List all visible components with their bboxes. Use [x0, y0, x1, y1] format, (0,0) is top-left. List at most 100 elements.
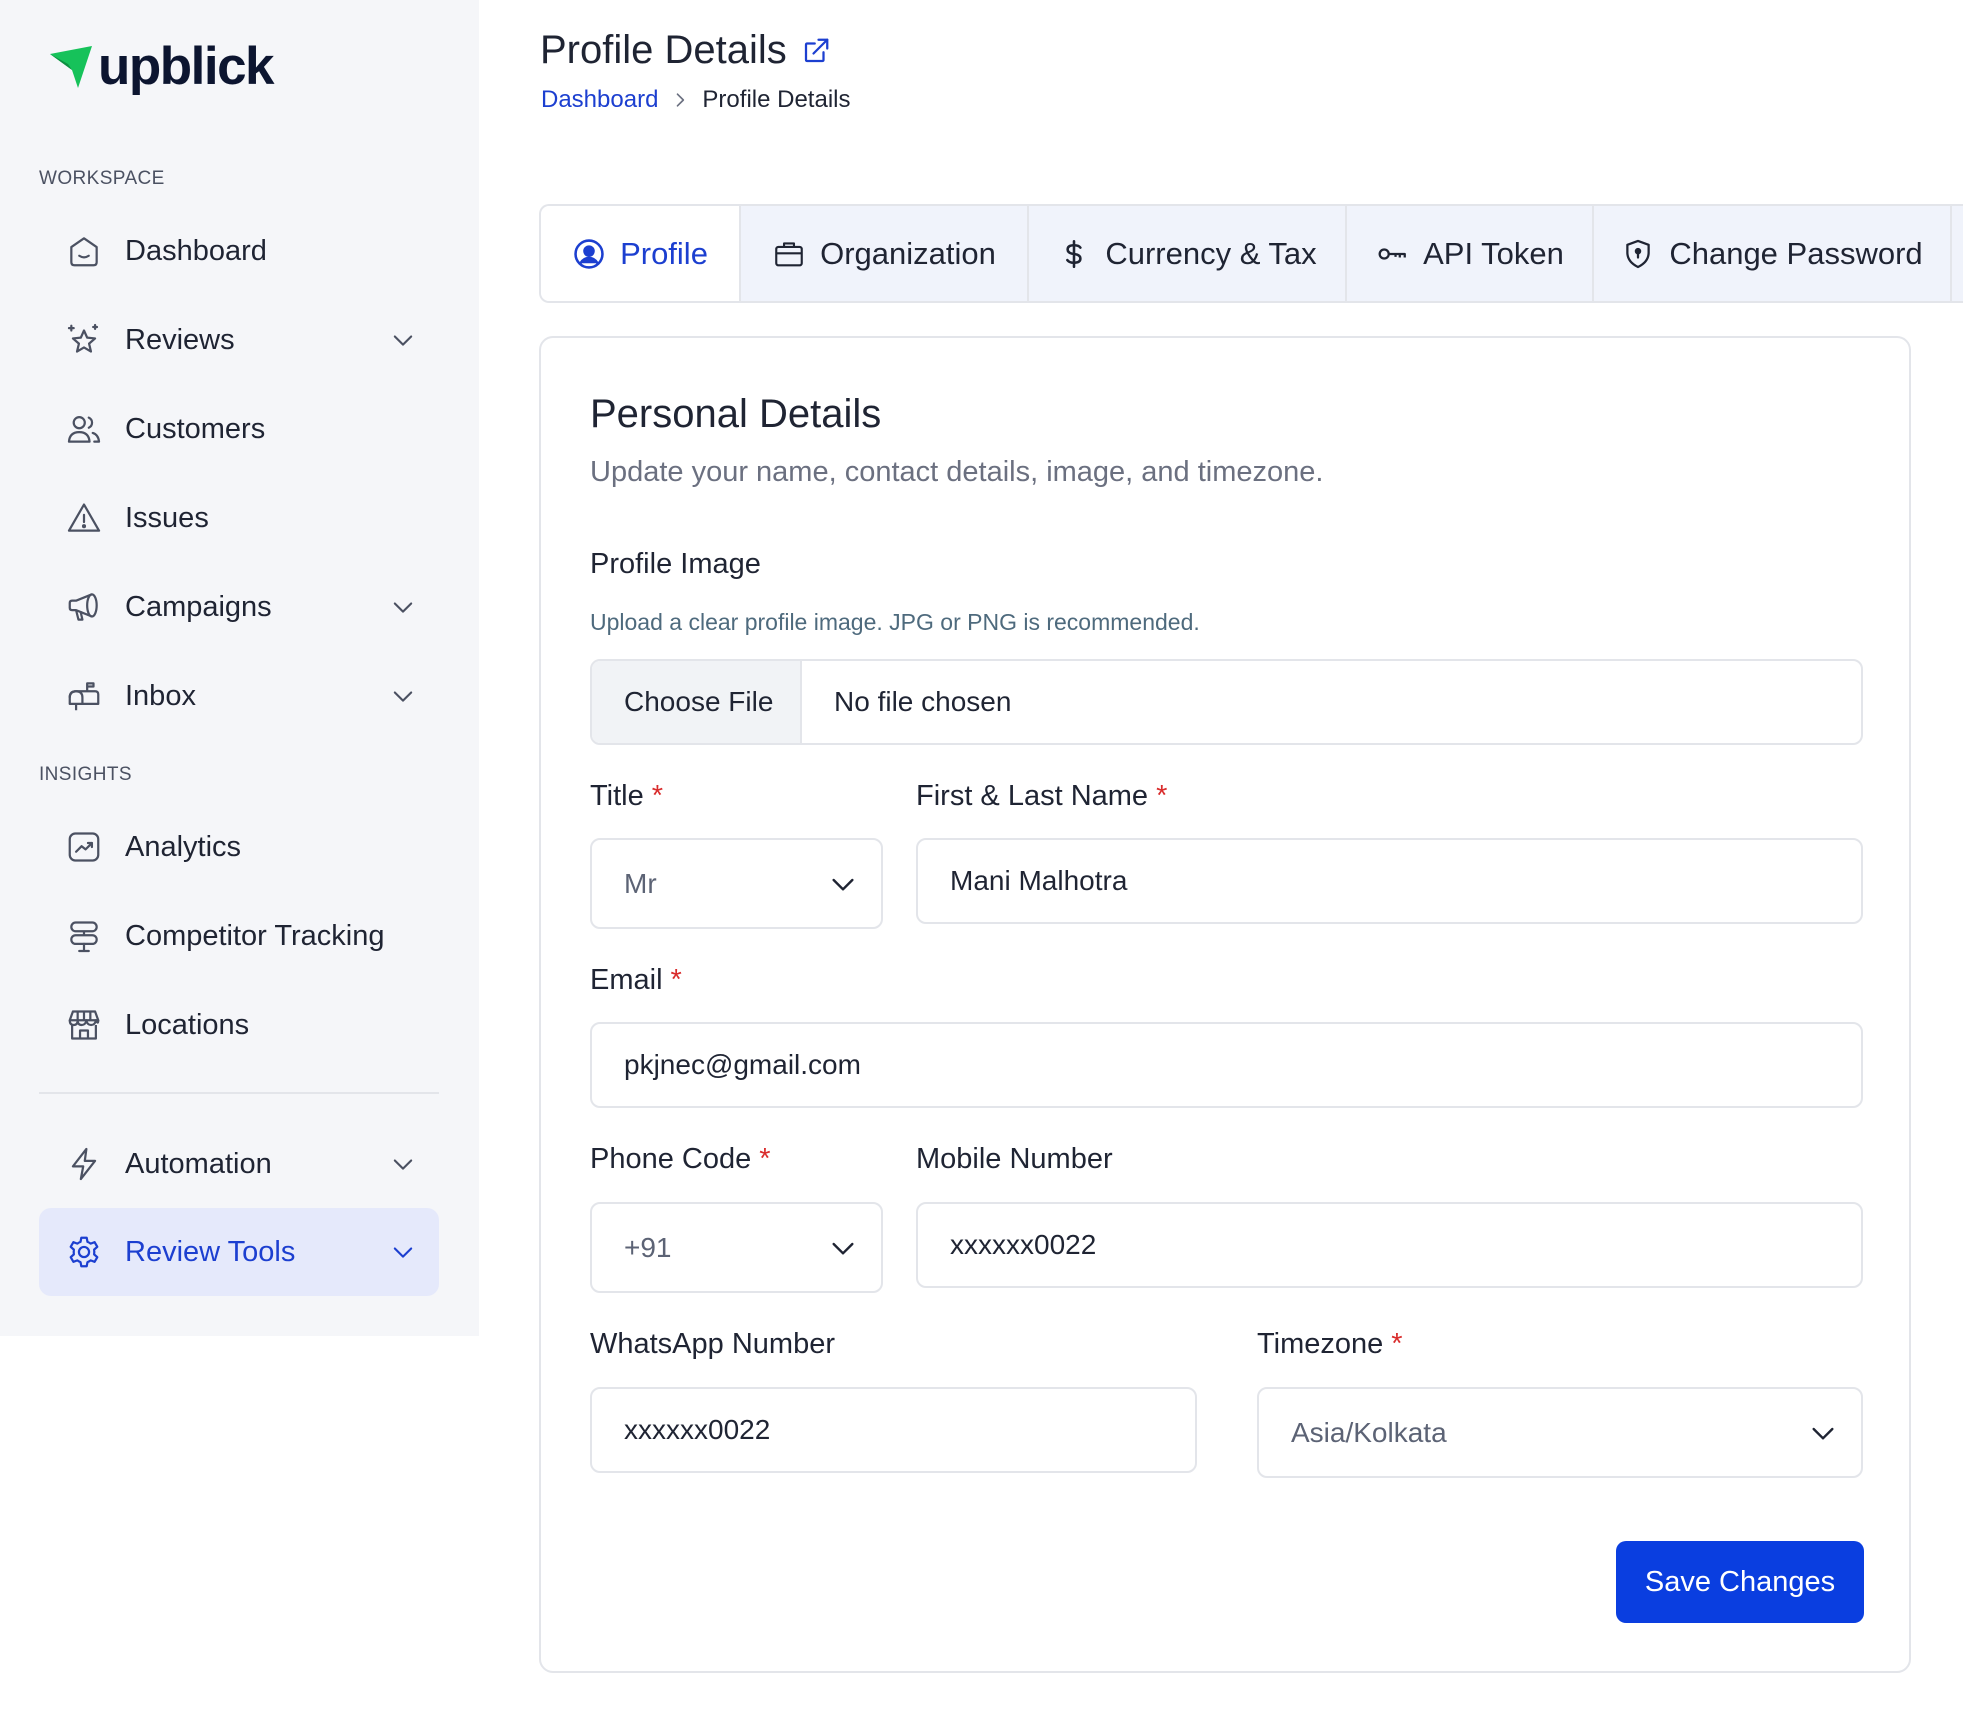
choose-file-button[interactable]: Choose File	[592, 661, 802, 743]
required-mark: *	[1391, 1328, 1403, 1360]
mobile-input-value: xxxxxx0022	[950, 1229, 1097, 1260]
dollar-icon	[1066, 239, 1082, 268]
sidebar-item-automation[interactable]: Automation	[39, 1120, 439, 1208]
section-label-workspace: WORKSPACE	[39, 168, 165, 189]
sidebar-item-issues[interactable]: Issues	[39, 474, 439, 562]
timezone-value: Asia/Kolkata	[1291, 1416, 1447, 1448]
required-mark: *	[670, 964, 682, 996]
tab-organization[interactable]: Organization	[741, 206, 1029, 301]
name-label-text: First & Last Name	[916, 780, 1149, 812]
email-label-text: Email	[590, 964, 663, 996]
title-select-value: Mr	[624, 867, 657, 899]
name-input[interactable]: Mani Malhotra	[916, 838, 1863, 924]
sidebar-item-analytics[interactable]: Analytics	[39, 803, 439, 891]
name-label: First & Last Name *	[916, 780, 1167, 813]
tab-profile[interactable]: Profile	[541, 206, 741, 301]
sidebar-item-label: Locations	[125, 1008, 250, 1041]
tab-label: API Token	[1423, 235, 1564, 271]
brand-logo[interactable]: upblick	[48, 37, 275, 96]
phone-code-value: +91	[624, 1231, 672, 1263]
whatsapp-input-value: xxxxxx0022	[624, 1414, 771, 1445]
mobile-label-text: Mobile Number	[916, 1143, 1113, 1175]
tab-label: Currency & Tax	[1105, 235, 1317, 271]
tab-api-token[interactable]: API Token	[1347, 206, 1594, 301]
section-label-insights: INSIGHTS	[39, 764, 132, 785]
chevron-down-icon	[393, 1247, 413, 1258]
chevron-down-icon	[832, 1242, 854, 1255]
logo-mark-icon	[50, 45, 92, 88]
external-link-icon[interactable]	[801, 36, 831, 66]
whatsapp-input[interactable]: xxxxxx0022	[590, 1387, 1197, 1473]
email-input-value: pkjnec@gmail.com	[624, 1049, 861, 1080]
profile-image-label: Profile Image	[590, 548, 761, 581]
sidebar-item-review-tools[interactable]: Review Tools	[39, 1208, 439, 1296]
store-icon	[64, 1005, 104, 1045]
sidebar-item-label: Analytics	[125, 830, 242, 863]
briefcase-icon	[775, 241, 803, 266]
brand-name: upblick	[98, 37, 275, 96]
mobile-input[interactable]: xxxxxx0022	[916, 1202, 1863, 1288]
breadcrumb-current: Profile Details	[702, 86, 851, 113]
profile-image-file-input[interactable]: Choose File No file chosen	[590, 659, 1863, 745]
chevron-right-icon	[677, 93, 685, 107]
megaphone-icon	[64, 587, 104, 627]
chevron-down-icon	[393, 602, 413, 613]
bolt-icon	[64, 1144, 104, 1184]
tab-label: Organization	[820, 235, 996, 271]
users-icon	[64, 409, 104, 449]
tab-change-password[interactable]: Change Password	[1594, 206, 1952, 301]
timezone-label: Timezone *	[1257, 1328, 1403, 1361]
profile-image-hint: Upload a clear profile image. JPG or PNG…	[590, 609, 1200, 635]
sidebar-item-label: Automation	[125, 1147, 272, 1180]
profile-image-label-text: Profile Image	[590, 548, 761, 580]
home-icon	[64, 231, 104, 271]
sidebar-item-label: Reviews	[125, 323, 235, 356]
chevron-down-icon	[393, 1159, 413, 1170]
sidebar-item-campaigns[interactable]: Campaigns	[39, 563, 439, 651]
sidebar-item-customers[interactable]: Customers	[39, 385, 439, 473]
user-circle-icon	[574, 238, 604, 269]
star-sparkle-icon	[64, 320, 104, 360]
page-title-text: Profile Details	[540, 28, 787, 72]
phone-code-select[interactable]: +91	[590, 1202, 883, 1293]
sidebar-item-reviews[interactable]: Reviews	[39, 296, 439, 384]
mailbox-icon	[64, 676, 104, 716]
phone-code-label-text: Phone Code	[590, 1143, 752, 1175]
chevron-down-icon	[1812, 1427, 1834, 1440]
sidebar-item-inbox[interactable]: Inbox	[39, 652, 439, 740]
sidebar-item-label: Issues	[125, 501, 209, 534]
sidebar: upblick WORKSPACE Dashboard Reviews Cust…	[0, 0, 479, 1336]
sidebar-item-label: Customers	[125, 412, 266, 445]
tab-label: Profile	[620, 235, 708, 271]
name-input-value: Mani Malhotra	[950, 865, 1128, 896]
chart-icon	[64, 827, 104, 867]
shield-icon	[1626, 239, 1651, 268]
timezone-label-text: Timezone	[1257, 1328, 1384, 1360]
sidebar-item-label: Review Tools	[125, 1235, 296, 1268]
timezone-select[interactable]: Asia/Kolkata	[1257, 1387, 1863, 1478]
breadcrumb: Dashboard Profile Details	[541, 86, 850, 114]
settings-tabs: Profile Organization Currency & Tax API …	[539, 204, 1963, 303]
tab-label: Change Password	[1669, 235, 1923, 271]
tab-currency-tax[interactable]: Currency & Tax	[1029, 206, 1347, 301]
sidebar-item-label: Inbox	[125, 679, 196, 712]
email-input[interactable]: pkjnec@gmail.com	[590, 1022, 1863, 1108]
save-changes-button[interactable]: Save Changes	[1616, 1541, 1864, 1623]
personal-details-card: Personal Details Update your name, conta…	[539, 336, 1911, 1673]
sidebar-item-dashboard[interactable]: Dashboard	[39, 207, 439, 295]
card-subtitle: Update your name, contact details, image…	[590, 456, 1324, 488]
title-label-text: Title	[590, 780, 644, 812]
title-label: Title *	[590, 780, 663, 813]
sidebar-item-locations[interactable]: Locations	[39, 981, 439, 1069]
signpost-icon	[64, 916, 104, 956]
gear-icon	[64, 1232, 104, 1272]
sidebar-item-competitor-tracking[interactable]: Competitor Tracking	[39, 892, 439, 980]
sidebar-divider	[39, 1092, 439, 1094]
card-title: Personal Details	[590, 392, 882, 436]
chevron-down-icon	[393, 335, 413, 346]
title-select[interactable]: Mr	[590, 838, 883, 929]
sidebar-item-label: Competitor Tracking	[125, 919, 385, 952]
breadcrumb-dashboard-link[interactable]: Dashboard	[541, 86, 658, 114]
required-mark: *	[651, 780, 664, 812]
whatsapp-label-text: WhatsApp Number	[590, 1328, 835, 1360]
